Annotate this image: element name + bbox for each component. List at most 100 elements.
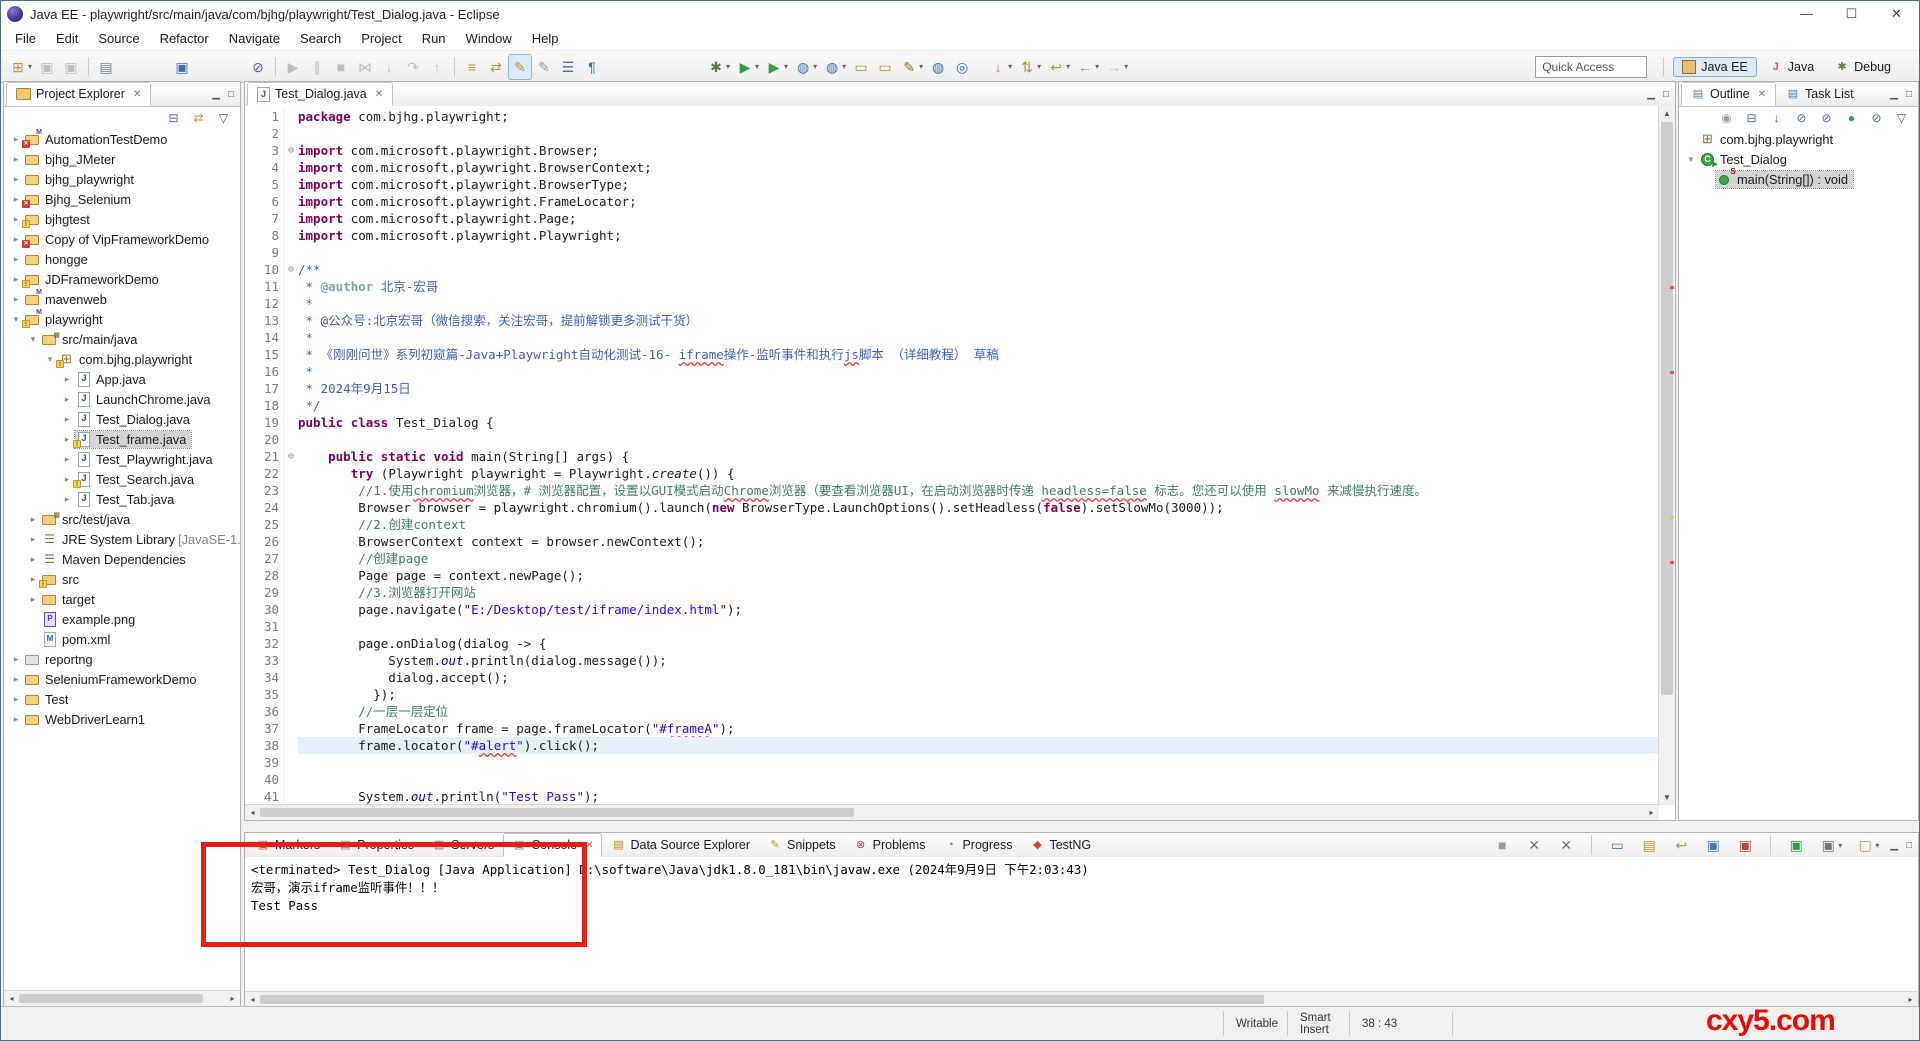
console-tab-servers[interactable]: Servers: [423, 833, 503, 857]
tree-item[interactable]: ▸Test_Tab.java: [4, 489, 240, 509]
tab-outline[interactable]: Outline ✕: [1681, 82, 1776, 106]
tree-item[interactable]: ▾!com.bjhg.playwright: [4, 349, 240, 369]
tree-item[interactable]: ▸Test_Playwright.java: [4, 449, 240, 469]
quick-access-input[interactable]: Quick Access: [1535, 56, 1647, 78]
terminate-button[interactable]: ■: [329, 54, 353, 80]
search-button[interactable]: ◎: [950, 54, 974, 80]
tree-item[interactable]: ▸LaunchChrome.java: [4, 389, 240, 409]
expander-icon[interactable]: ▸: [8, 254, 24, 265]
minimize-view-icon[interactable]: ▁: [1647, 89, 1655, 100]
tree-item[interactable]: ▸✕Copy of VipFrameworkDemo: [4, 229, 240, 249]
code-editor[interactable]: 1package com.bjhg.playwright;23⊖import c…: [245, 106, 1659, 805]
tree-item[interactable]: ▸App.java: [4, 369, 240, 389]
tree-item[interactable]: ▸Maven Dependencies: [4, 549, 240, 569]
focus-button[interactable]: ◉: [1716, 107, 1737, 129]
menu-refactor[interactable]: Refactor: [150, 28, 219, 49]
console-tab-properties[interactable]: Properties: [329, 833, 423, 857]
tree-item[interactable]: Smain(String[]) : void: [1679, 169, 1918, 189]
perspective-debug[interactable]: Debug: [1826, 57, 1900, 77]
tree-item[interactable]: example.png: [4, 609, 240, 629]
scroll-left-icon[interactable]: ◂: [245, 995, 260, 1004]
fold-collapse-icon[interactable]: ⊖: [283, 261, 298, 278]
chevron-down-icon[interactable]: ▾: [1066, 62, 1070, 71]
console-tab-console[interactable]: Console✕: [503, 833, 602, 857]
hide-non-public-button[interactable]: ●: [1841, 107, 1862, 129]
tree-item[interactable]: ▾src/main/java: [4, 329, 240, 349]
tree-item[interactable]: ▸target: [4, 589, 240, 609]
skip-all-breakpoints-button[interactable]: ⊘: [246, 54, 270, 80]
scroll-left-icon[interactable]: ◂: [4, 994, 19, 1003]
tree-item[interactable]: ▾!playwright: [4, 309, 240, 329]
tab-test-dialog-java[interactable]: Test_Dialog.java ✕: [247, 82, 393, 106]
chevron-down-icon[interactable]: ▾: [842, 62, 846, 71]
chevron-down-icon[interactable]: ▾: [1124, 62, 1128, 71]
open-console-button[interactable]: ▢▾: [1853, 832, 1882, 858]
chevron-down-icon[interactable]: ▾: [28, 62, 32, 71]
scrollbar-thumb[interactable]: [260, 808, 854, 817]
resume-button[interactable]: ▶: [281, 54, 305, 80]
expander-icon[interactable]: ▸: [59, 414, 75, 425]
horizontal-scrollbar[interactable]: ◂ ▸: [4, 990, 240, 1006]
tree-item[interactable]: ▸JRE System Library [JavaSE-1.: [4, 529, 240, 549]
close-button[interactable]: ✕: [1874, 1, 1919, 27]
chevron-down-icon[interactable]: ▾: [784, 62, 788, 71]
console-tab-testng[interactable]: TestNG: [1021, 833, 1100, 857]
previous-annotation-button[interactable]: ⇅▾: [1015, 54, 1044, 80]
back-button[interactable]: ←▾: [1073, 54, 1102, 80]
console-tab-progress[interactable]: Progress: [934, 833, 1021, 857]
menu-help[interactable]: Help: [522, 28, 569, 49]
collapse-all-button[interactable]: ⊟: [1741, 107, 1762, 129]
scroll-right-icon[interactable]: ▸: [1903, 995, 1918, 1004]
display-selected-console-button[interactable]: ▣▾: [1816, 832, 1845, 858]
tree-item[interactable]: pom.xml: [4, 629, 240, 649]
minimize-view-icon[interactable]: ▁: [1890, 89, 1898, 100]
console-tab-snippets[interactable]: Snippets: [759, 833, 845, 857]
collapse-all-button[interactable]: ⊟: [163, 107, 184, 129]
convert-button[interactable]: ⇄: [484, 54, 508, 80]
tree-item[interactable]: ▸src/test/java: [4, 509, 240, 529]
fold-collapse-icon[interactable]: ⊖: [283, 142, 298, 159]
menu-source[interactable]: Source: [88, 28, 149, 49]
scroll-right-icon[interactable]: ▸: [1644, 808, 1659, 817]
expander-icon[interactable]: ▸: [8, 674, 24, 685]
console-tab-markers[interactable]: Markers: [247, 833, 329, 857]
tab-project-explorer[interactable]: Project Explorer ✕: [6, 82, 151, 106]
chevron-down-icon[interactable]: ▾: [813, 62, 817, 71]
terminate-button[interactable]: ■: [1490, 832, 1514, 858]
tree-item[interactable]: ▸SeleniumFrameworkDemo: [4, 669, 240, 689]
view-menu-button[interactable]: ▽: [213, 107, 234, 129]
tree-item[interactable]: ▸bjhg_playwright: [4, 169, 240, 189]
save-button[interactable]: ▣: [35, 54, 59, 80]
last-edit-location-button[interactable]: ↩▾: [1044, 54, 1073, 80]
export-button[interactable]: ▭: [873, 54, 897, 80]
menu-search[interactable]: Search: [290, 28, 351, 49]
step-return-button[interactable]: ↑: [425, 54, 449, 80]
forward-button[interactable]: →▾: [1102, 54, 1131, 80]
menu-file[interactable]: File: [5, 28, 46, 49]
chevron-down-icon[interactable]: ▾: [919, 62, 923, 71]
expander-icon[interactable]: ▸: [8, 654, 24, 665]
chevron-down-icon[interactable]: ▾: [726, 62, 730, 71]
step-over-button[interactable]: ↷: [401, 54, 425, 80]
scroll-up-icon[interactable]: ▲: [1659, 106, 1675, 121]
open-web-browser-button[interactable]: ◍: [926, 54, 950, 80]
maximize-view-icon[interactable]: □: [1663, 89, 1669, 100]
show-stderr-button[interactable]: ▣: [1733, 832, 1757, 858]
new-wizard-button[interactable]: ⊞▾: [6, 54, 35, 80]
tree-item[interactable]: ▸!JDFrameworkDemo: [4, 269, 240, 289]
tree-item[interactable]: ▸hongge: [4, 249, 240, 269]
console-tab-data-source-explorer[interactable]: Data Source Explorer: [602, 833, 759, 857]
expander-icon[interactable]: ▸: [8, 174, 24, 185]
web-browser-button[interactable]: ◍▾: [820, 54, 849, 80]
word-wrap-button[interactable]: ↩: [1669, 832, 1693, 858]
show-annotations-button[interactable]: ✎: [532, 54, 556, 80]
expander-icon[interactable]: ▾: [1683, 154, 1699, 165]
chevron-down-icon[interactable]: ▾: [1095, 62, 1099, 71]
expander-icon[interactable]: ▸: [8, 714, 24, 725]
horizontal-scrollbar[interactable]: ◂ ▸: [245, 804, 1659, 820]
view-menu-button[interactable]: ▽: [1891, 107, 1912, 129]
pin-console-button[interactable]: ▣: [1784, 832, 1808, 858]
show-whitespace-button[interactable]: ¶: [580, 54, 604, 80]
link-with-editor-button[interactable]: ⇄: [188, 107, 209, 129]
expander-icon[interactable]: ▸: [8, 294, 24, 305]
